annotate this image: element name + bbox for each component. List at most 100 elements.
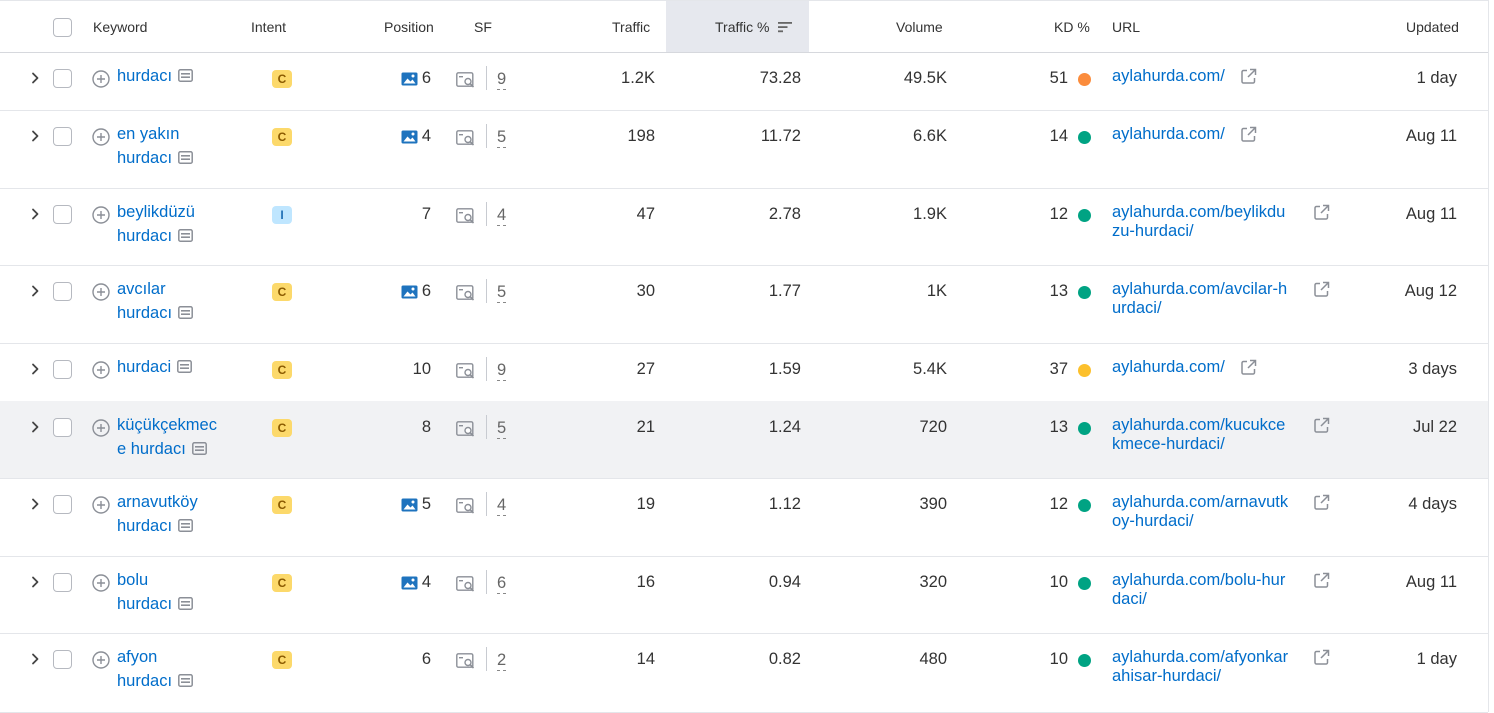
external-link-icon[interactable] [1313, 204, 1330, 221]
serp-features-icon[interactable] [456, 498, 476, 514]
add-to-list-icon[interactable] [92, 419, 110, 437]
intent-badge[interactable]: C [272, 651, 292, 669]
col-traffic[interactable]: Traffic [612, 1, 650, 52]
intent-badge[interactable]: I [272, 206, 292, 224]
row-checkbox[interactable] [53, 650, 72, 669]
col-kd[interactable]: KD % [1054, 1, 1090, 52]
serp-snapshot-icon[interactable] [178, 306, 193, 319]
expand-chevron-icon[interactable] [28, 129, 42, 143]
serp-features-count[interactable]: 5 [497, 283, 507, 303]
url-link[interactable]: aylahurda.com/ [1112, 358, 1225, 377]
url-link[interactable]: aylahurda.com/bolu-hur daci/ [1112, 571, 1285, 609]
url-link[interactable]: aylahurda.com/ [1112, 67, 1225, 86]
col-sf[interactable]: SF [474, 1, 492, 52]
col-keyword[interactable]: Keyword [93, 1, 147, 52]
url-link[interactable]: aylahurda.com/kucukce kmece-hurdaci/ [1112, 416, 1285, 454]
intent-badge[interactable]: C [272, 419, 292, 437]
serp-features-icon[interactable] [456, 130, 476, 146]
external-link-icon[interactable] [1313, 417, 1330, 434]
url-link[interactable]: aylahurda.com/avcilar-h urdaci/ [1112, 280, 1287, 318]
serp-snapshot-icon[interactable] [178, 674, 193, 687]
col-traffic-pct[interactable]: Traffic % [715, 1, 793, 52]
add-to-list-icon[interactable] [92, 70, 110, 88]
serp-features-icon[interactable] [456, 72, 476, 88]
intent-badge[interactable]: C [272, 574, 292, 592]
expand-chevron-icon[interactable] [28, 207, 42, 221]
serp-snapshot-icon[interactable] [178, 151, 193, 164]
keyword-link[interactable]: beylikdüzü hurdacı [117, 200, 195, 248]
keyword-link[interactable]: avcılar hurdacı [117, 277, 193, 325]
row-checkbox[interactable] [53, 69, 72, 88]
keyword-link[interactable]: hurdacı [117, 64, 193, 88]
serp-features-icon[interactable] [456, 208, 476, 224]
url-link[interactable]: aylahurda.com/beylikdu zu-hurdaci/ [1112, 203, 1285, 241]
select-all-checkbox[interactable] [53, 18, 72, 37]
serp-features-count[interactable]: 9 [497, 70, 507, 90]
row-checkbox[interactable] [53, 360, 72, 379]
add-to-list-icon[interactable] [92, 496, 110, 514]
external-link-icon[interactable] [1313, 281, 1330, 298]
serp-features-count[interactable]: 9 [497, 361, 507, 381]
serp-features-count[interactable]: 2 [497, 651, 507, 671]
expand-chevron-icon[interactable] [28, 497, 42, 511]
url-link[interactable]: aylahurda.com/arnavutk oy-hurdaci/ [1112, 493, 1288, 531]
serp-features-icon[interactable] [456, 285, 476, 301]
serp-snapshot-icon[interactable] [177, 360, 193, 373]
serp-snapshot-icon[interactable] [178, 229, 193, 242]
external-link-icon[interactable] [1313, 649, 1330, 666]
external-link-icon[interactable] [1313, 572, 1330, 589]
serp-snapshot-icon[interactable] [178, 597, 193, 610]
serp-snapshot-icon[interactable] [178, 519, 193, 532]
col-updated[interactable]: Updated [1406, 1, 1459, 52]
intent-badge[interactable]: C [272, 496, 292, 514]
expand-chevron-icon[interactable] [28, 652, 42, 666]
expand-chevron-icon[interactable] [28, 362, 42, 376]
keyword-link[interactable]: afyon hurdacı [117, 645, 193, 693]
add-to-list-icon[interactable] [92, 206, 110, 224]
external-link-icon[interactable] [1240, 126, 1257, 143]
expand-chevron-icon[interactable] [28, 284, 42, 298]
serp-features-count[interactable]: 4 [497, 496, 507, 516]
external-link-icon[interactable] [1240, 68, 1257, 85]
serp-features-icon[interactable] [456, 576, 476, 592]
serp-features-icon[interactable] [456, 421, 476, 437]
expand-chevron-icon[interactable] [28, 420, 42, 434]
row-checkbox[interactable] [53, 127, 72, 146]
add-to-list-icon[interactable] [92, 651, 110, 669]
serp-features-count[interactable]: 4 [497, 206, 507, 226]
col-url[interactable]: URL [1112, 1, 1140, 52]
add-to-list-icon[interactable] [92, 283, 110, 301]
row-checkbox[interactable] [53, 205, 72, 224]
keyword-link[interactable]: hurdaci [117, 355, 193, 379]
row-checkbox[interactable] [53, 573, 72, 592]
add-to-list-icon[interactable] [92, 574, 110, 592]
intent-badge[interactable]: C [272, 128, 292, 146]
serp-features-icon[interactable] [456, 653, 476, 669]
col-position[interactable]: Position [384, 1, 434, 52]
intent-badge[interactable]: C [272, 70, 292, 88]
external-link-icon[interactable] [1313, 494, 1330, 511]
add-to-list-icon[interactable] [92, 361, 110, 379]
serp-features-count[interactable]: 5 [497, 419, 507, 439]
add-to-list-icon[interactable] [92, 128, 110, 146]
col-intent[interactable]: Intent [251, 1, 286, 52]
keyword-link[interactable]: bolu hurdacı [117, 568, 193, 616]
serp-snapshot-icon[interactable] [178, 69, 193, 82]
expand-chevron-icon[interactable] [28, 575, 42, 589]
keyword-link[interactable]: en yakın hurdacı [117, 122, 193, 170]
serp-features-count[interactable]: 5 [497, 128, 507, 148]
row-checkbox[interactable] [53, 282, 72, 301]
intent-badge[interactable]: C [272, 361, 292, 379]
row-checkbox[interactable] [53, 495, 72, 514]
expand-chevron-icon[interactable] [28, 71, 42, 85]
col-volume[interactable]: Volume [896, 1, 943, 52]
serp-features-count[interactable]: 6 [497, 574, 507, 594]
row-checkbox[interactable] [53, 418, 72, 437]
keyword-link[interactable]: küçükçekmec e hurdacı [117, 413, 217, 461]
serp-features-icon[interactable] [456, 363, 476, 379]
external-link-icon[interactable] [1240, 359, 1257, 376]
keyword-link[interactable]: arnavutköy hurdacı [117, 490, 198, 538]
url-link[interactable]: aylahurda.com/afyonkar ahisar-hurdaci/ [1112, 648, 1288, 686]
serp-snapshot-icon[interactable] [191, 442, 207, 455]
url-link[interactable]: aylahurda.com/ [1112, 125, 1225, 144]
